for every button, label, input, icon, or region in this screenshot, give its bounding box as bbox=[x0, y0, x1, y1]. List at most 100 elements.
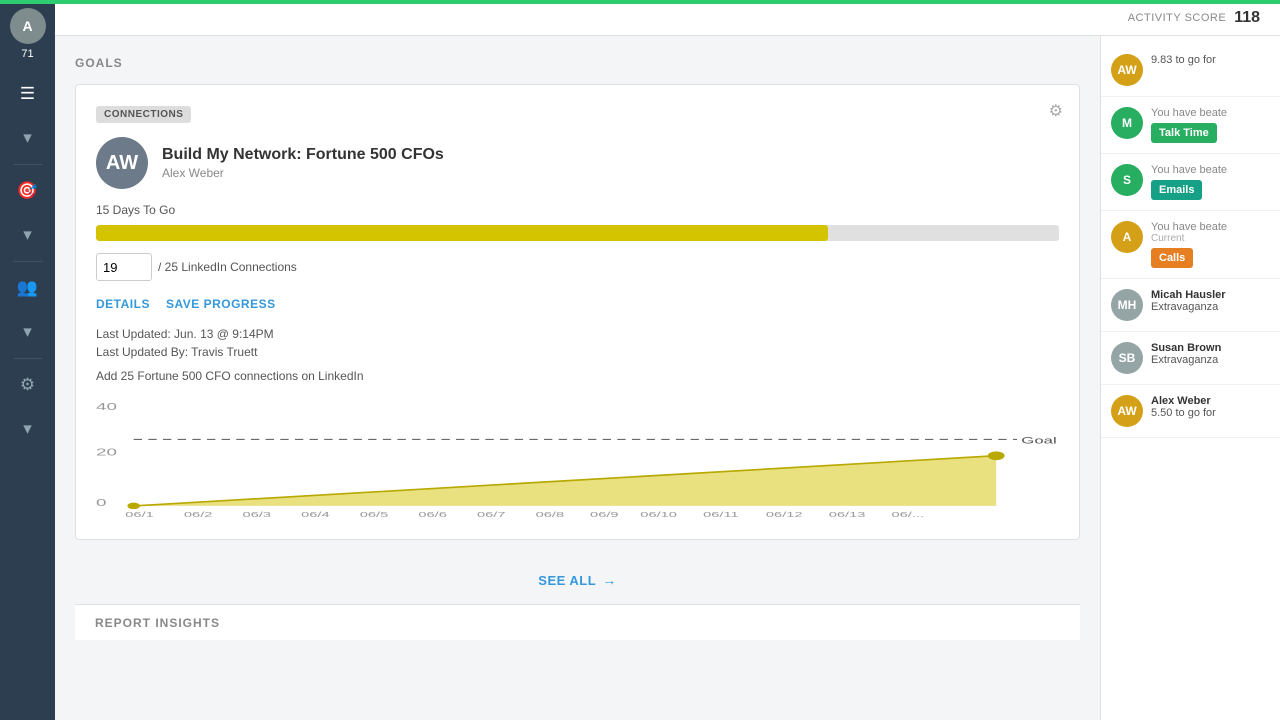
right-content-6: Susan Brown Extravaganza bbox=[1151, 342, 1270, 366]
chart-area: 40 20 0 Goal bbox=[96, 399, 1059, 519]
sidebar-item-goals[interactable]: 🎯 bbox=[10, 173, 46, 209]
goals-section-title: Goals bbox=[75, 56, 1080, 70]
svg-text:06/10: 06/10 bbox=[640, 510, 677, 518]
center-panel: Goals CONNECTIONS ⚙ AW Build My Network:… bbox=[55, 36, 1100, 720]
right-entry-2: M You have beate Talk Time bbox=[1101, 97, 1280, 154]
svg-text:06/11: 06/11 bbox=[703, 510, 739, 518]
report-insights-title: Report Insights bbox=[95, 616, 220, 630]
sidebar-item-dropdown1[interactable]: ▾ bbox=[10, 120, 46, 156]
sidebar-divider bbox=[13, 164, 43, 165]
avatar-1: AW bbox=[1111, 54, 1143, 86]
right-content-1: 9.83 to go for bbox=[1151, 54, 1270, 70]
text-4: You have beate bbox=[1151, 221, 1270, 233]
name-6: Susan Brown bbox=[1151, 342, 1270, 354]
avatar-7: AW bbox=[1111, 395, 1143, 427]
progress-input[interactable] bbox=[96, 253, 152, 281]
days-to-go: 15 Days To Go bbox=[96, 203, 1059, 217]
topbar: ACTIVITY SCORE 118 bbox=[55, 0, 1280, 36]
name-7: Alex Weber bbox=[1151, 395, 1270, 407]
details-link[interactable]: DETAILS bbox=[96, 297, 150, 311]
text-2: You have beate bbox=[1151, 107, 1270, 119]
talk-time-button[interactable]: Talk Time bbox=[1151, 123, 1217, 143]
svg-text:0: 0 bbox=[96, 497, 106, 508]
progress-label: / 25 LinkedIn Connections bbox=[158, 260, 297, 274]
svg-text:06/12: 06/12 bbox=[766, 510, 803, 518]
goal-avatar: AW bbox=[96, 137, 148, 189]
goal-subtitle: Alex Weber bbox=[162, 166, 444, 180]
text-3: You have beate bbox=[1151, 164, 1270, 176]
score-1: 9.83 to go for bbox=[1151, 54, 1270, 66]
sidebar-divider2 bbox=[13, 261, 43, 262]
svg-text:06/9: 06/9 bbox=[590, 510, 618, 518]
goal-card: CONNECTIONS ⚙ AW Build My Network: Fortu… bbox=[75, 84, 1080, 540]
right-panel: AW 9.83 to go for M You have beate Talk … bbox=[1100, 36, 1280, 720]
sidebar-score: 71 bbox=[21, 48, 33, 60]
goal-links: DETAILS SAVE PROGRESS bbox=[96, 297, 1059, 311]
sidebar-item-dropdown4[interactable]: ▾ bbox=[10, 411, 46, 447]
svg-text:06/7: 06/7 bbox=[477, 510, 505, 518]
see-all-button[interactable]: SEE ALL → bbox=[538, 572, 616, 588]
sidebar-item-dropdown2[interactable]: ▾ bbox=[10, 217, 46, 253]
event-6: Extravaganza bbox=[1151, 354, 1270, 366]
calls-button[interactable]: Calls bbox=[1151, 248, 1193, 268]
chart-svg: 40 20 0 Goal bbox=[96, 399, 1059, 519]
last-updated-by: Last Updated By: Travis Truett bbox=[96, 345, 1059, 359]
svg-text:06/13: 06/13 bbox=[829, 510, 866, 518]
sidebar-top-bar bbox=[0, 0, 1280, 4]
right-entry-6: SB Susan Brown Extravaganza bbox=[1101, 332, 1280, 385]
svg-text:06/2: 06/2 bbox=[184, 510, 212, 518]
report-insights-bar: Report Insights bbox=[75, 604, 1080, 640]
right-content-5: Micah Hausler Extravaganza bbox=[1151, 289, 1270, 313]
svg-text:Goal: Goal bbox=[1021, 436, 1056, 446]
progress-input-row: / 25 LinkedIn Connections bbox=[96, 253, 1059, 281]
avatar-2: M bbox=[1111, 107, 1143, 139]
svg-text:06/8: 06/8 bbox=[536, 510, 564, 518]
main: ACTIVITY SCORE 118 Goals CONNECTIONS ⚙ A… bbox=[55, 0, 1280, 720]
content-area: Goals CONNECTIONS ⚙ AW Build My Network:… bbox=[55, 36, 1280, 720]
svg-text:06/3: 06/3 bbox=[243, 510, 271, 518]
svg-text:06/1: 06/1 bbox=[125, 510, 153, 518]
right-entry-3: S You have beate Emails bbox=[1101, 154, 1280, 211]
goal-description: Add 25 Fortune 500 CFO connections on Li… bbox=[96, 369, 1059, 383]
avatar-5: MH bbox=[1111, 289, 1143, 321]
sidebar: A 71 ☰ ▾ 🎯 ▾ 👥 ▾ ⚙ ▾ bbox=[0, 0, 55, 720]
score-7: 5.50 to go for bbox=[1151, 407, 1270, 419]
right-content-7: Alex Weber 5.50 to go for bbox=[1151, 395, 1270, 423]
right-content-2: You have beate Talk Time bbox=[1151, 107, 1270, 143]
right-entry-5: MH Micah Hausler Extravaganza bbox=[1101, 279, 1280, 332]
right-entry-4: A You have beate Current Calls bbox=[1101, 211, 1280, 279]
progress-bar-fill bbox=[96, 225, 828, 241]
sidebar-divider3 bbox=[13, 358, 43, 359]
avatar-6: SB bbox=[1111, 342, 1143, 374]
activity-score-value: 118 bbox=[1234, 9, 1260, 27]
last-updated: Last Updated: Jun. 13 @ 9:14PM bbox=[96, 327, 1059, 341]
goal-info: Build My Network: Fortune 500 CFOs Alex … bbox=[162, 146, 444, 180]
progress-bar-background bbox=[96, 225, 1059, 241]
right-entry-7: AW Alex Weber 5.50 to go for bbox=[1101, 385, 1280, 438]
see-all-label: SEE ALL bbox=[538, 573, 596, 588]
current-label: Current bbox=[1151, 233, 1270, 244]
gear-icon[interactable]: ⚙ bbox=[1049, 101, 1063, 121]
save-progress-link[interactable]: SAVE PROGRESS bbox=[166, 297, 276, 311]
svg-text:06/6: 06/6 bbox=[418, 510, 446, 518]
right-entry-1: AW 9.83 to go for bbox=[1101, 44, 1280, 97]
activity-score-label: ACTIVITY SCORE bbox=[1128, 12, 1226, 24]
sidebar-item-people[interactable]: 👥 bbox=[10, 270, 46, 306]
event-5: Extravaganza bbox=[1151, 301, 1270, 313]
sidebar-item-settings[interactable]: ⚙ bbox=[10, 367, 46, 403]
emails-button[interactable]: Emails bbox=[1151, 180, 1202, 200]
goal-header: AW Build My Network: Fortune 500 CFOs Al… bbox=[96, 137, 1059, 189]
sidebar-item-menu[interactable]: ☰ bbox=[10, 76, 46, 112]
name-5: Micah Hausler bbox=[1151, 289, 1270, 301]
svg-text:06/4: 06/4 bbox=[301, 510, 330, 518]
avatar-3: S bbox=[1111, 164, 1143, 196]
svg-text:06/5: 06/5 bbox=[360, 510, 388, 518]
right-content-3: You have beate Emails bbox=[1151, 164, 1270, 200]
sidebar-item-dropdown3[interactable]: ▾ bbox=[10, 314, 46, 350]
see-all-arrow-icon: → bbox=[602, 572, 617, 588]
right-content-4: You have beate Current Calls bbox=[1151, 221, 1270, 268]
goal-title: Build My Network: Fortune 500 CFOs bbox=[162, 146, 444, 164]
goal-tag: CONNECTIONS bbox=[96, 106, 191, 123]
avatar-4: A bbox=[1111, 221, 1143, 253]
svg-text:20: 20 bbox=[96, 447, 117, 458]
